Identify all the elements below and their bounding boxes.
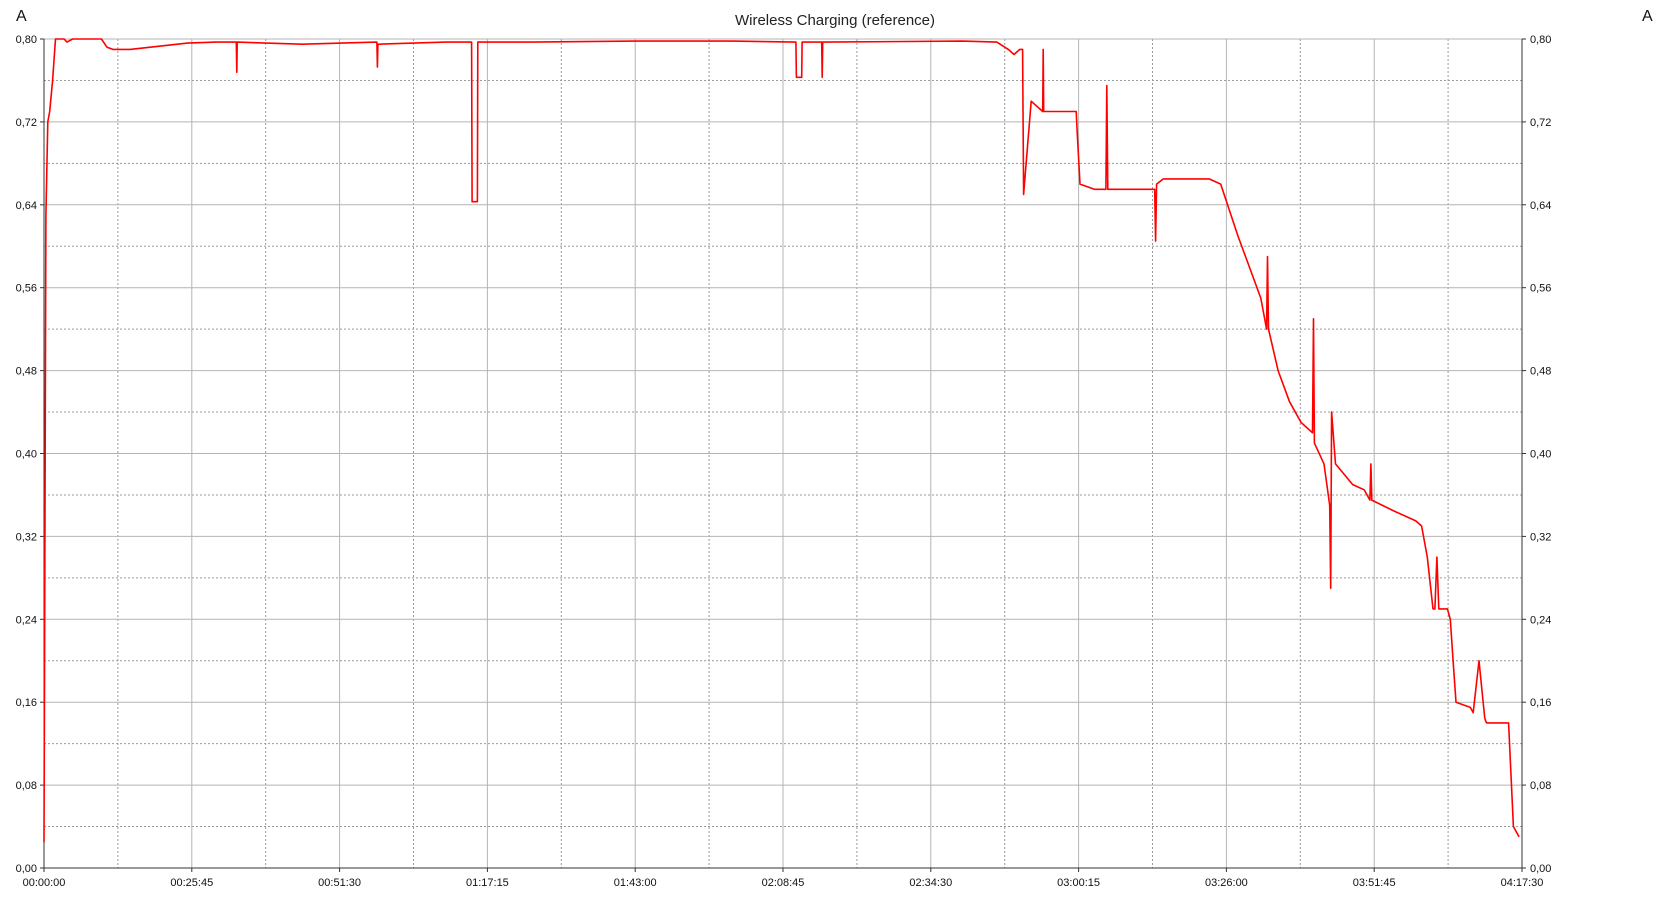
grid bbox=[43, 38, 1523, 869]
x-tick-label: 01:43:00 bbox=[614, 877, 657, 889]
y-tick-label-right: 0,16 bbox=[1530, 697, 1551, 709]
x-tick-label: 03:00:15 bbox=[1057, 877, 1100, 889]
y-tick-label-left: 0,08 bbox=[16, 780, 37, 792]
y-tick-label-left: 0,80 bbox=[16, 34, 37, 46]
y-tick-label-right: 0,24 bbox=[1530, 614, 1551, 626]
chart-container: Wireless Charging (reference) A A 0,00 0,… bbox=[0, 0, 1670, 910]
x-tick-label: 00:25:45 bbox=[170, 877, 213, 889]
y-tick-label-left: 0,72 bbox=[16, 117, 37, 129]
y-tick-label-left: 0,24 bbox=[16, 614, 37, 626]
y-tick-label-left: 0,16 bbox=[16, 697, 37, 709]
y-tick-label-left: 0,64 bbox=[16, 200, 37, 212]
y-tick-label-right: 0,08 bbox=[1530, 780, 1551, 792]
x-tick-label: 01:17:15 bbox=[466, 877, 509, 889]
y-tick-label-right: 0,80 bbox=[1530, 34, 1551, 46]
y-tick-label-right: 0,00 bbox=[1530, 863, 1551, 875]
y-tick-label-right: 0,56 bbox=[1530, 283, 1551, 295]
y-tick-label-right: 0,32 bbox=[1530, 531, 1551, 543]
y-tick-label-right: 0,64 bbox=[1530, 200, 1551, 212]
x-tick-label: 02:08:45 bbox=[762, 877, 805, 889]
chart-title: Wireless Charging (reference) bbox=[735, 12, 935, 29]
y-axis-unit-right: A bbox=[1642, 8, 1653, 25]
y-tick-label-left: 0,40 bbox=[16, 449, 37, 461]
y-tick-label-right: 0,48 bbox=[1530, 366, 1551, 378]
y-axis-unit-left: A bbox=[16, 8, 27, 25]
line-chart: Wireless Charging (reference) A A 0,00 0,… bbox=[0, 0, 1670, 910]
y-tick-label-right: 0,72 bbox=[1530, 117, 1551, 129]
x-tick-label: 04:17:30 bbox=[1501, 877, 1544, 889]
x-tick-label: 00:00:00 bbox=[23, 877, 66, 889]
y-tick-label-right: 0,40 bbox=[1530, 449, 1551, 461]
y-tick-label-left: 0,00 bbox=[16, 863, 37, 875]
x-tick-label: 03:51:45 bbox=[1353, 877, 1396, 889]
y-tick-label-left: 0,48 bbox=[16, 366, 37, 378]
y-tick-label-left: 0,56 bbox=[16, 283, 37, 295]
x-tick-label: 03:26:00 bbox=[1205, 877, 1248, 889]
x-tick-label: 02:34:30 bbox=[909, 877, 952, 889]
y-tick-label-left: 0,32 bbox=[16, 531, 37, 543]
x-tick-label: 00:51:30 bbox=[318, 877, 361, 889]
